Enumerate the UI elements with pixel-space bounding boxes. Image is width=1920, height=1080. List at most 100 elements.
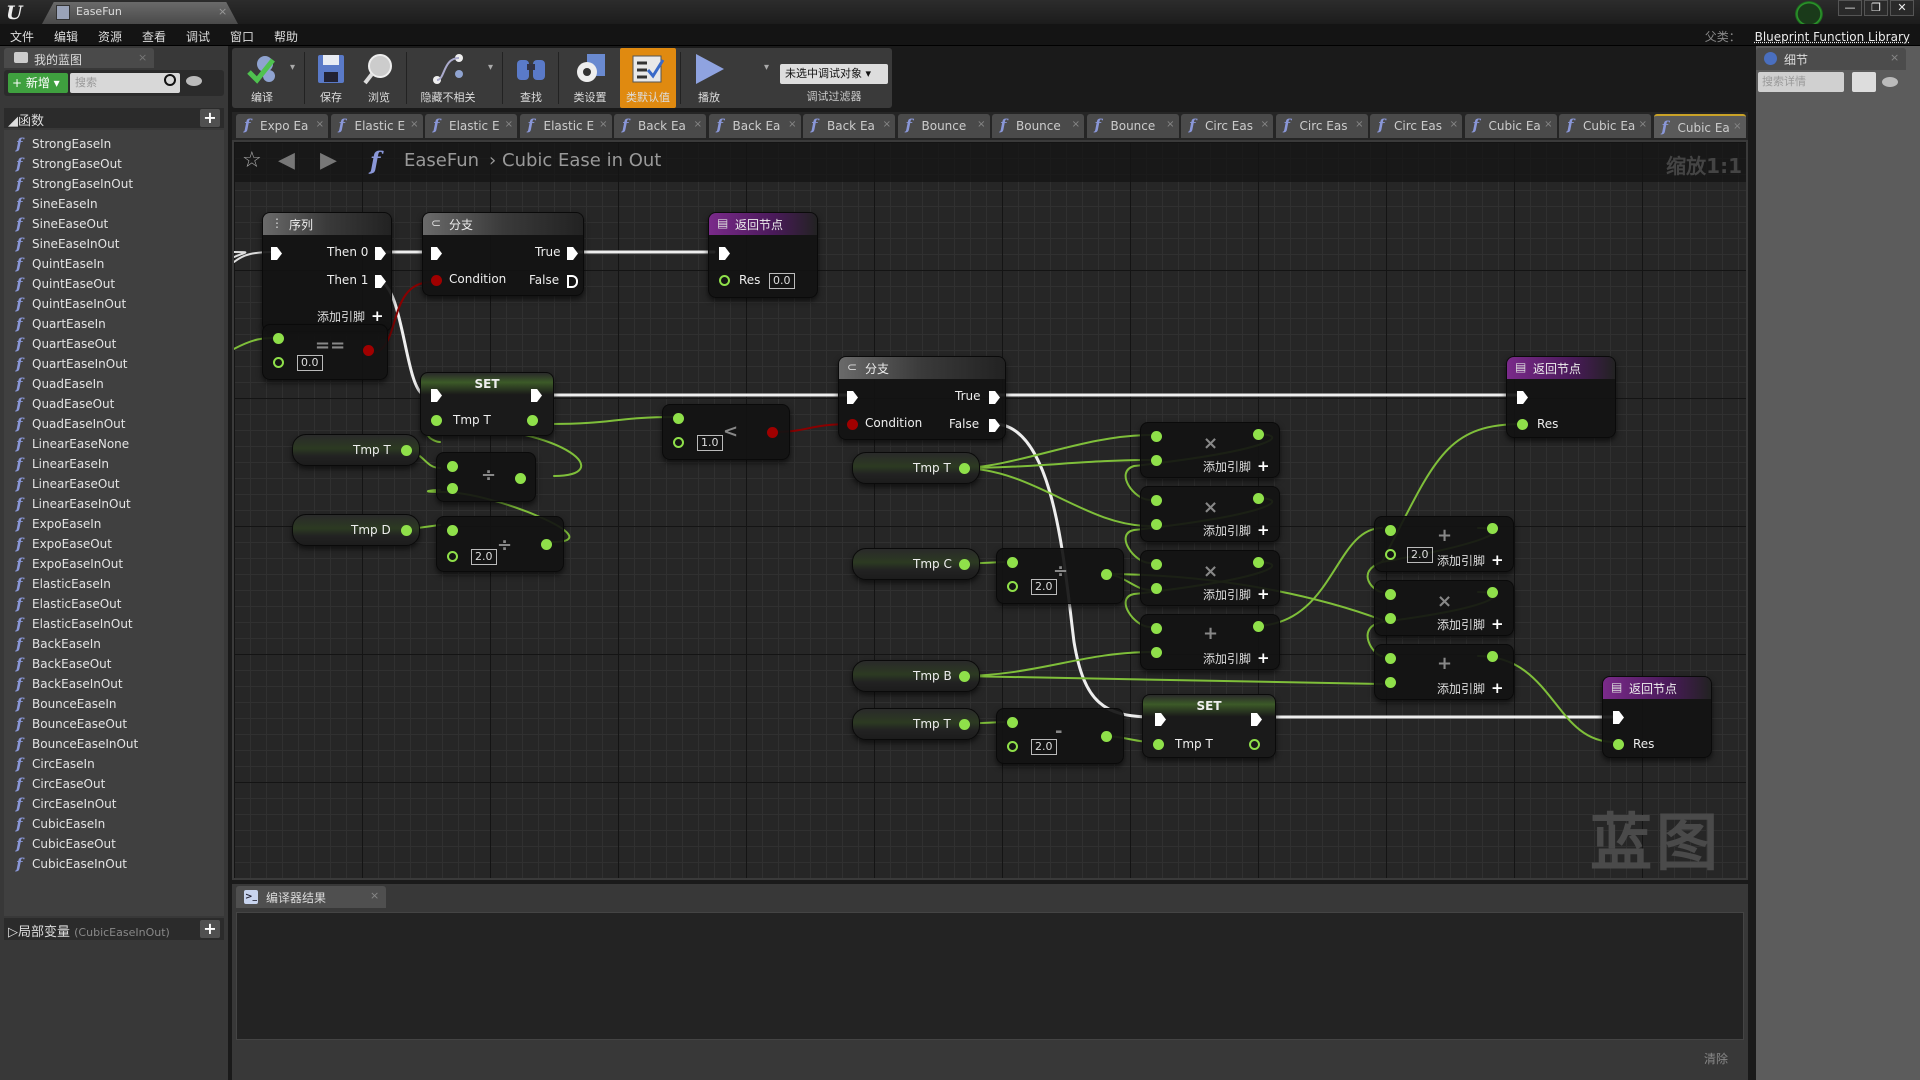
- menu-help[interactable]: 帮助: [274, 28, 298, 45]
- input-a-pin[interactable]: [1151, 623, 1162, 634]
- local-variables-section-header[interactable]: ▷局部变量 (CubicEaseInOut) +: [4, 918, 224, 940]
- close-tab-icon[interactable]: ×: [977, 119, 985, 130]
- function-list-item[interactable]: f ElasticEaseOut: [4, 594, 224, 614]
- multiply-node[interactable]: × 添加引脚 +: [1140, 486, 1280, 542]
- input-b-pin[interactable]: [1151, 519, 1162, 530]
- exec-in-pin[interactable]: [1155, 713, 1166, 726]
- close-tab-icon[interactable]: ×: [694, 119, 702, 130]
- input-a-pin[interactable]: [1385, 525, 1396, 536]
- branch-node[interactable]: ⊂ 分支 True Condition False: [422, 212, 584, 296]
- clear-button[interactable]: 清除: [1704, 1050, 1728, 1067]
- output-pin[interactable]: [1253, 621, 1264, 632]
- search-input[interactable]: 搜索: [70, 73, 180, 93]
- exec-in-pin[interactable]: [847, 391, 858, 404]
- input-b-pin[interactable]: [1385, 613, 1396, 624]
- output-pin[interactable]: [1101, 569, 1112, 580]
- graph-tab[interactable]: f Circ Eas ×: [1181, 114, 1273, 138]
- input-b-pin[interactable]: [1151, 455, 1162, 466]
- graph-tab[interactable]: f Bounce ×: [1086, 114, 1179, 138]
- input-a-pin[interactable]: [447, 525, 458, 536]
- close-tab-icon[interactable]: ×: [1072, 119, 1080, 130]
- function-list-item[interactable]: f CubicEaseInOut: [4, 854, 224, 874]
- document-tab[interactable]: EaseFun ×: [42, 2, 238, 24]
- function-list-item[interactable]: f QuintEaseOut: [4, 274, 224, 294]
- function-list-item[interactable]: f QuadEaseIn: [4, 374, 224, 394]
- add-local-variable-button[interactable]: +: [200, 920, 220, 938]
- multiply-node[interactable]: × 添加引脚 +: [1374, 580, 1514, 636]
- get-tmp-t-node[interactable]: Tmp T: [852, 708, 980, 740]
- output-pin[interactable]: [1487, 523, 1498, 534]
- add-pin-button[interactable]: 添加引脚 +: [1203, 585, 1270, 603]
- favorite-star-icon[interactable]: ☆: [242, 148, 262, 173]
- add-pin-button[interactable]: 添加引脚 +: [1203, 457, 1270, 475]
- divide-node[interactable]: 2.0 ÷: [436, 516, 564, 572]
- function-list-item[interactable]: f LinearEaseOut: [4, 474, 224, 494]
- input-a-pin[interactable]: [447, 461, 458, 472]
- graph-tab[interactable]: f Elastic E ×: [425, 114, 517, 138]
- sequence-node[interactable]: ⋮ 序列 Then 0 Then 1 添加引脚 +: [262, 212, 392, 332]
- function-list-item[interactable]: f SineEaseInOut: [4, 234, 224, 254]
- function-list-item[interactable]: f BounceEaseOut: [4, 714, 224, 734]
- graph-tab[interactable]: f Circ Eas ×: [1275, 114, 1368, 138]
- graph-tab[interactable]: f Back Ea ×: [803, 114, 895, 138]
- input-b-value[interactable]: 2.0: [1031, 739, 1057, 755]
- function-list-item[interactable]: f StrongEaseInOut: [4, 174, 224, 194]
- menu-window[interactable]: 窗口: [230, 28, 254, 45]
- graph-tab[interactable]: f Cubic Ea ×: [1559, 114, 1651, 138]
- menu-file[interactable]: 文件: [10, 28, 34, 45]
- output-pin[interactable]: [515, 473, 526, 484]
- close-tab-icon[interactable]: ×: [1355, 119, 1363, 130]
- function-list-item[interactable]: f SineEaseOut: [4, 214, 224, 234]
- close-tab-icon[interactable]: ×: [370, 889, 379, 902]
- false-pin[interactable]: [567, 275, 578, 288]
- input-a-pin[interactable]: [1007, 717, 1018, 728]
- return-node[interactable]: ▤ 返回节点 Res: [1506, 356, 1616, 438]
- add-pin-button[interactable]: 添加引脚 +: [317, 307, 384, 325]
- graph-tab[interactable]: f Circ Eas ×: [1370, 114, 1462, 138]
- close-tab-icon[interactable]: ×: [1166, 119, 1174, 130]
- close-tab-icon[interactable]: ×: [1639, 119, 1647, 130]
- variable-output-pin[interactable]: [959, 463, 970, 474]
- add-pin-button[interactable]: 添加引脚 +: [1437, 679, 1504, 697]
- input-a-pin[interactable]: [273, 333, 284, 344]
- multiply-node[interactable]: × 添加引脚 +: [1140, 422, 1280, 478]
- exec-in-pin[interactable]: [271, 247, 282, 260]
- output-pin[interactable]: [1487, 651, 1498, 662]
- function-list-item[interactable]: f ElasticEaseIn: [4, 574, 224, 594]
- graph-tab[interactable]: f Back Ea ×: [614, 114, 706, 138]
- branch-node[interactable]: ⊂ 分支 True Condition False: [838, 356, 1006, 440]
- function-list-item[interactable]: f ExpoEaseOut: [4, 534, 224, 554]
- condition-pin[interactable]: [431, 275, 442, 286]
- tmp-t-output-pin[interactable]: [527, 415, 538, 426]
- return-node[interactable]: ▤ 返回节点 Res: [1602, 676, 1712, 758]
- parent-class-link[interactable]: Blueprint Function Library: [1755, 30, 1910, 44]
- res-pin[interactable]: [1613, 739, 1624, 750]
- res-value[interactable]: 0.0: [769, 273, 795, 289]
- subtract-node[interactable]: 2.0 -: [996, 708, 1124, 764]
- input-b-pin[interactable]: [1007, 741, 1018, 752]
- input-b-value[interactable]: 2.0: [1407, 547, 1433, 563]
- class-settings-button[interactable]: 类设置: [562, 48, 618, 108]
- exec-in-pin[interactable]: [719, 247, 730, 260]
- input-b-value[interactable]: 2.0: [471, 549, 497, 565]
- condition-pin[interactable]: [847, 419, 858, 430]
- input-b-pin[interactable]: [1151, 647, 1162, 658]
- function-list-item[interactable]: f SineEaseIn: [4, 194, 224, 214]
- function-list-item[interactable]: f LinearEaseIn: [4, 454, 224, 474]
- hide-unrelated-dropdown[interactable]: ▾: [488, 62, 493, 73]
- close-tab-icon[interactable]: ×: [1733, 121, 1741, 132]
- forward-arrow-icon[interactable]: ▶: [320, 148, 337, 173]
- return-node[interactable]: ▤ 返回节点 Res 0.0: [708, 212, 818, 298]
- close-window-button[interactable]: ✕: [1890, 0, 1914, 16]
- graph-tab[interactable]: f Elastic E ×: [519, 114, 612, 138]
- function-list-item[interactable]: f CubicEaseIn: [4, 814, 224, 834]
- input-b-pin[interactable]: [1385, 677, 1396, 688]
- input-b-pin[interactable]: [447, 483, 458, 494]
- compile-button[interactable]: 编译: [236, 48, 288, 108]
- graph-tab[interactable]: f Back Ea ×: [708, 114, 801, 138]
- multiply-node[interactable]: × 添加引脚 +: [1140, 550, 1280, 606]
- function-list-item[interactable]: f BackEaseInOut: [4, 674, 224, 694]
- graph-tab[interactable]: f Cubic Ea ×: [1653, 114, 1746, 138]
- close-tab-icon[interactable]: ×: [316, 119, 324, 130]
- input-b-pin[interactable]: [1385, 549, 1396, 560]
